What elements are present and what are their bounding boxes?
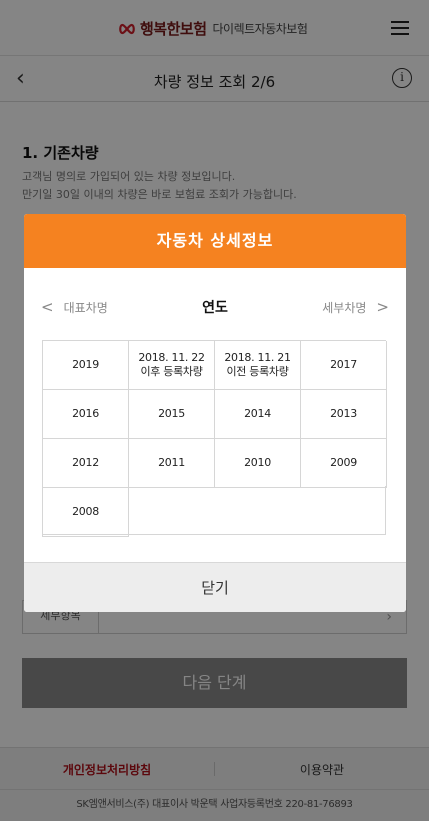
modal-title: 자동차 상세정보 bbox=[24, 214, 406, 268]
year-option[interactable]: 2016 bbox=[43, 390, 129, 439]
year-option[interactable]: 2015 bbox=[129, 390, 215, 439]
year-option[interactable]: 2018. 11. 22 이후 등록차량 bbox=[129, 341, 215, 390]
year-option[interactable]: 2012 bbox=[43, 439, 129, 488]
year-option[interactable]: 2010 bbox=[215, 439, 301, 488]
year-option[interactable]: 2017 bbox=[301, 341, 387, 390]
year-option[interactable]: 2011 bbox=[129, 439, 215, 488]
nav-next-label: 세부차명 bbox=[322, 300, 367, 315]
grid-border bbox=[42, 534, 386, 535]
close-button[interactable]: 닫기 bbox=[24, 562, 406, 612]
year-grid: 2019 2018. 11. 22 이후 등록차량 2018. 11. 21 이… bbox=[42, 340, 387, 537]
year-option[interactable]: 2018. 11. 21 이전 등록차량 bbox=[215, 341, 301, 390]
chevron-right-icon: > bbox=[376, 298, 389, 316]
year-option[interactable]: 2019 bbox=[43, 341, 129, 390]
year-option[interactable]: 2013 bbox=[301, 390, 387, 439]
year-option[interactable]: 2008 bbox=[43, 488, 129, 537]
year-option[interactable]: 2014 bbox=[215, 390, 301, 439]
grid-border bbox=[385, 486, 386, 535]
vehicle-detail-modal: 자동차 상세정보 < 대표차명 연도 세부차명 > 2019 2018. 11.… bbox=[24, 214, 406, 612]
nav-next-button[interactable]: 세부차명 > bbox=[322, 298, 389, 316]
year-option[interactable]: 2009 bbox=[301, 439, 387, 488]
step-navigation: < 대표차명 연도 세부차명 > bbox=[24, 268, 406, 346]
